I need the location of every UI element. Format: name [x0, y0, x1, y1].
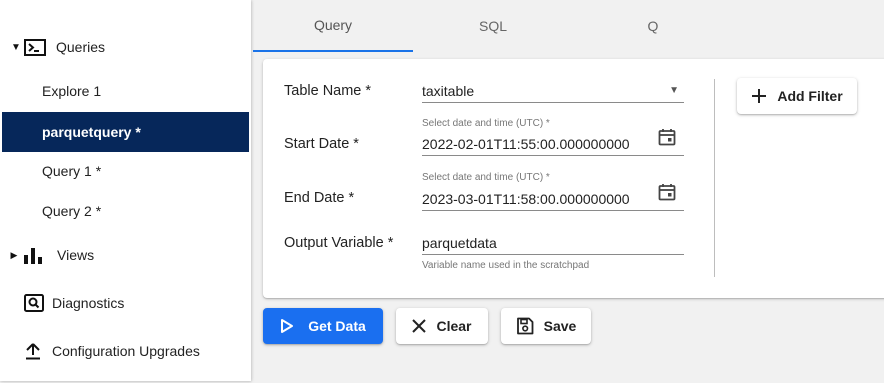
- sidebar-item-query-2[interactable]: Query 2 *: [2, 191, 249, 231]
- diagnostics-label: Diagnostics: [52, 295, 125, 311]
- end-date-field[interactable]: Select date and time (UTC) * 2023-03-01T…: [422, 171, 684, 211]
- queries-group-toggle[interactable]: ▼ Queries: [0, 32, 105, 62]
- play-icon: [281, 319, 294, 333]
- start-date-value: 2022-02-01T11:55:00.000000000: [422, 136, 630, 152]
- calendar-icon[interactable]: [658, 183, 676, 201]
- sidebar-item-label: parquetquery *: [42, 124, 141, 140]
- add-filter-label: Add Filter: [777, 88, 843, 104]
- sidebar-item-label: Query 2 *: [42, 203, 102, 219]
- close-icon: [412, 319, 427, 333]
- output-variable-label: Output Variable *: [284, 235, 394, 251]
- table-name-label: Table Name *: [284, 83, 372, 99]
- sidebar-item-label: Query 1 *: [42, 163, 102, 179]
- form-divider: [714, 79, 715, 277]
- get-data-label: Get Data: [308, 318, 366, 334]
- search-screen-icon: [24, 294, 44, 312]
- end-date-hint: Select date and time (UTC) *: [422, 172, 550, 183]
- tab-sql[interactable]: SQL: [413, 0, 573, 52]
- diagnostics-link[interactable]: Diagnostics: [24, 288, 124, 318]
- configuration-upgrades-link[interactable]: Configuration Upgrades: [24, 336, 200, 366]
- table-name-value: taxitable: [422, 83, 475, 99]
- end-date-label: End Date *: [284, 190, 355, 206]
- sidebar-item-label: Explore 1: [42, 83, 102, 99]
- output-variable-value: parquetdata: [422, 235, 497, 251]
- plus-icon: [752, 89, 767, 103]
- upload-arrow-icon: [24, 342, 42, 360]
- sidebar-item-query-1[interactable]: Query 1 *: [2, 151, 249, 191]
- save-icon: [516, 317, 534, 335]
- views-label: Views: [57, 247, 95, 263]
- start-date-field[interactable]: Select date and time (UTC) * 2022-02-01T…: [422, 117, 684, 156]
- output-variable-helper: Variable name used in the scratchpad: [422, 260, 590, 271]
- sidebar: ▼ Queries Explore 1 parquetquery * Query…: [0, 0, 251, 381]
- tab-bar: Query SQL Q: [253, 0, 884, 52]
- save-label: Save: [543, 318, 577, 334]
- clear-button[interactable]: Clear: [396, 308, 488, 344]
- get-data-button[interactable]: Get Data: [263, 308, 383, 344]
- table-name-select[interactable]: taxitable ▼: [422, 80, 684, 103]
- configuration-upgrades-label: Configuration Upgrades: [52, 343, 200, 359]
- caret-right-icon: ▶: [10, 249, 18, 260]
- bar-chart-icon: [23, 246, 43, 264]
- dropdown-arrow-icon: ▼: [669, 85, 679, 96]
- terminal-icon: [24, 38, 46, 56]
- start-date-label: Start Date *: [284, 136, 359, 152]
- calendar-icon[interactable]: [658, 128, 676, 146]
- end-date-value: 2023-03-01T11:58:00.000000000: [422, 191, 630, 207]
- queries-label: Queries: [56, 39, 106, 55]
- add-filter-button[interactable]: Add Filter: [737, 78, 857, 114]
- tab-query[interactable]: Query: [253, 0, 413, 52]
- sidebar-item-explore-1[interactable]: Explore 1: [2, 71, 249, 111]
- sidebar-item-parquetquery[interactable]: parquetquery *: [2, 112, 249, 152]
- tab-q[interactable]: Q: [573, 0, 733, 52]
- output-variable-input[interactable]: parquetdata: [422, 232, 684, 255]
- views-group-toggle[interactable]: ▶ Views: [0, 240, 94, 270]
- save-button[interactable]: Save: [501, 308, 591, 344]
- caret-down-icon: ▼: [11, 41, 21, 53]
- clear-label: Clear: [436, 318, 472, 334]
- start-date-hint: Select date and time (UTC) *: [422, 118, 550, 129]
